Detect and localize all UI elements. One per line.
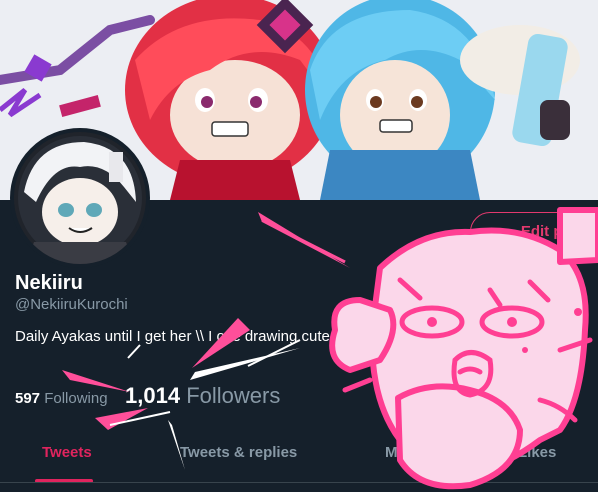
followers-label: Followers	[186, 383, 281, 408]
tab-likes[interactable]: Likes	[518, 444, 556, 461]
avatar-chibi-icon	[14, 132, 146, 264]
followers-stat[interactable]: 1,014 Followers	[125, 383, 280, 409]
profile-bio: Daily Ayakas until I get her \\ I ove dr…	[15, 328, 330, 345]
display-name: Nekiiru	[15, 272, 83, 294]
user-handle: @NekiiruKurochi	[15, 296, 128, 313]
tab-divider	[0, 482, 598, 483]
followers-count: 1,014	[125, 383, 181, 408]
tab-tweets-replies[interactable]: Tweets & replies	[180, 444, 297, 461]
following-count: 597	[15, 390, 41, 407]
profile-page: Edit profile Nekiiru @NekiiruKurochi Dai…	[0, 0, 598, 492]
tab-media[interactable]: Media	[385, 444, 428, 461]
tab-tweets[interactable]: Tweets	[42, 444, 92, 461]
following-label: Following	[44, 390, 108, 407]
avatar[interactable]	[10, 128, 150, 268]
edit-profile-button[interactable]: Edit profile	[470, 212, 598, 252]
profile-tabs: Tweets Tweets & replies Media Likes	[0, 430, 598, 483]
following-stat[interactable]: 597 Following	[15, 390, 108, 407]
